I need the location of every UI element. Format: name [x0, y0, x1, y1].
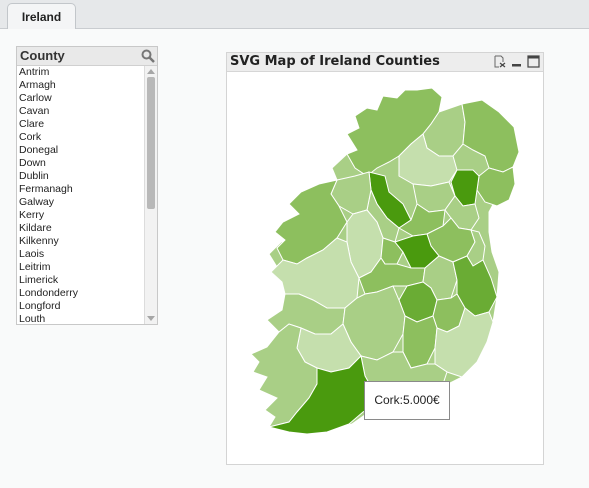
list-item[interactable]: Carlow — [17, 92, 146, 105]
list-item[interactable]: Limerick — [17, 274, 146, 287]
list-item[interactable]: Cork — [17, 131, 146, 144]
county-listbox[interactable]: County Antrim Armagh Carlow Cavan Clare … — [16, 46, 158, 325]
clear-selection-icon[interactable] — [493, 55, 506, 68]
scroll-up-icon[interactable] — [147, 69, 155, 74]
list-item[interactable]: Fermanagh — [17, 183, 146, 196]
list-item[interactable]: Donegal — [17, 144, 146, 157]
list-item[interactable]: Antrim — [17, 66, 146, 79]
list-item[interactable]: Kilkenny — [17, 235, 146, 248]
list-item[interactable]: Dublin — [17, 170, 146, 183]
list-item[interactable]: Armagh — [17, 79, 146, 92]
search-icon[interactable] — [141, 49, 155, 63]
scrollbar-thumb[interactable] — [147, 77, 155, 209]
list-item[interactable]: Galway — [17, 196, 146, 209]
sheet-tab-bar: Ireland — [0, 0, 589, 29]
map-title: SVG Map of Ireland Counties — [230, 54, 440, 69]
tab-ireland[interactable]: Ireland — [7, 3, 76, 29]
minimize-icon[interactable] — [510, 55, 523, 68]
maximize-icon[interactable] — [527, 55, 540, 68]
map-header: SVG Map of Ireland Counties — [227, 53, 543, 72]
county-tooltip: Cork:5.000€ — [364, 381, 450, 420]
listbox-header: County — [17, 47, 157, 66]
list-item[interactable]: Laois — [17, 248, 146, 261]
list-item[interactable]: Londonderry — [17, 287, 146, 300]
list-item[interactable]: Leitrim — [17, 261, 146, 274]
list-item[interactable]: Kerry — [17, 209, 146, 222]
listbox-scrollbar[interactable] — [144, 66, 157, 324]
listbox-items: Antrim Armagh Carlow Cavan Clare Cork Do… — [17, 66, 146, 324]
scroll-down-icon[interactable] — [147, 316, 155, 321]
list-item[interactable]: Longford — [17, 300, 146, 313]
list-item[interactable]: Clare — [17, 118, 146, 131]
listbox-title: County — [20, 48, 65, 63]
list-item[interactable]: Cavan — [17, 105, 146, 118]
list-item[interactable]: Down — [17, 157, 146, 170]
list-item[interactable]: Louth — [17, 313, 146, 324]
list-item[interactable]: Kildare — [17, 222, 146, 235]
